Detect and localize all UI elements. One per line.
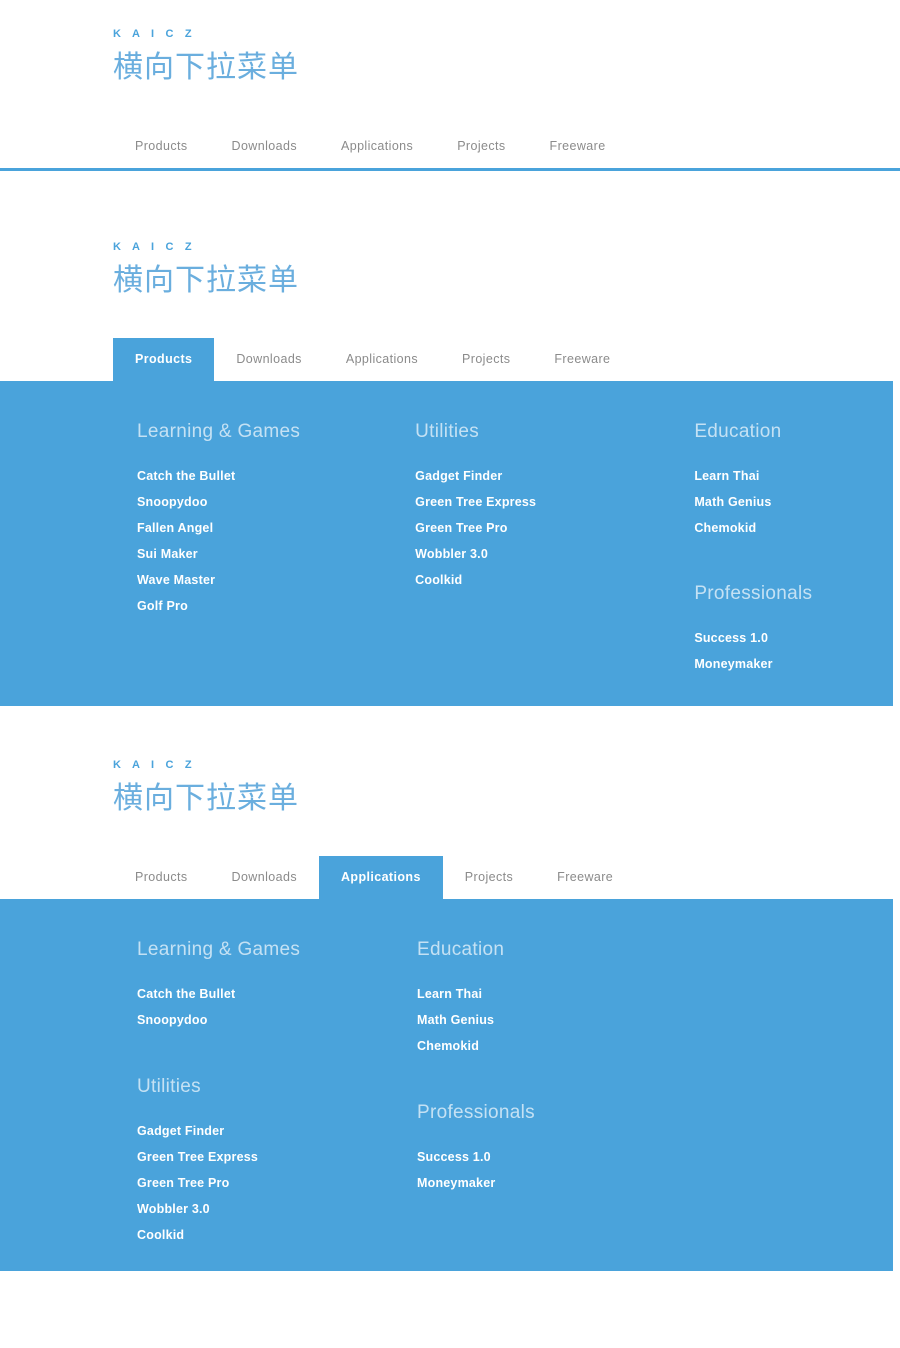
- menu-item-success-10-2[interactable]: Success 1.0: [417, 1144, 697, 1170]
- group-title-professionals: Professionals: [694, 583, 813, 604]
- menu-item-catch-the-bullet[interactable]: Catch the Bullet: [137, 463, 415, 489]
- menu-item-coolkid-2[interactable]: Coolkid: [137, 1222, 417, 1248]
- nav-item-projects-3[interactable]: Projects: [443, 856, 535, 899]
- menu-item-gadget-finder[interactable]: Gadget Finder: [415, 463, 694, 489]
- dropdown-column-1: Learning & Games Catch the Bullet Snoopy…: [137, 419, 415, 677]
- section-applications-open: K A I C Z 横向下拉菜单 Products Downloads Appl…: [0, 731, 900, 1271]
- dropdown-columns-products: Learning & Games Catch the Bullet Snoopy…: [0, 419, 893, 677]
- nav-item-products-active[interactable]: Products: [113, 338, 215, 381]
- group-title-learning-games-2: Learning & Games: [137, 939, 301, 960]
- group-utilities-2: Utilities Gadget Finder Green Tree Expre…: [137, 1074, 417, 1248]
- site-header: K A I C Z 横向下拉菜单: [0, 0, 900, 88]
- nav-item-projects[interactable]: Projects: [435, 125, 527, 168]
- dropdown-column-3: Education Learn Thai Math Genius Chemoki…: [694, 419, 893, 677]
- nav-item-applications[interactable]: Applications: [319, 125, 435, 168]
- group-title-utilities-2: Utilities: [137, 1076, 201, 1097]
- menu-item-golf-pro[interactable]: Golf Pro: [137, 593, 415, 619]
- menu-item-learn-thai[interactable]: Learn Thai: [694, 463, 893, 489]
- menu-item-green-tree-pro[interactable]: Green Tree Pro: [415, 515, 694, 541]
- menu-item-moneymaker[interactable]: Moneymaker: [694, 651, 893, 677]
- nav-list-3: Products Downloads Applications Projects…: [113, 853, 635, 899]
- nav-item-applications-active[interactable]: Applications: [318, 856, 443, 899]
- group-professionals-2: Professionals Success 1.0 Moneymaker: [417, 1100, 697, 1196]
- group-learning-games: Learning & Games Catch the Bullet Snoopy…: [137, 419, 415, 619]
- section-gap-2: [0, 706, 900, 731]
- page-title-2: 横向下拉菜单: [113, 264, 299, 297]
- nav-item-products[interactable]: Products: [113, 125, 210, 168]
- group-title-education: Education: [694, 421, 782, 442]
- menu-item-success-10[interactable]: Success 1.0: [694, 625, 893, 651]
- nav-item-downloads-3[interactable]: Downloads: [210, 856, 319, 899]
- nav-item-applications-2[interactable]: Applications: [324, 338, 440, 381]
- menu-item-catch-the-bullet-2[interactable]: Catch the Bullet: [137, 981, 417, 1007]
- nav-list: Products Downloads Applications Projects…: [113, 122, 628, 168]
- menu-item-math-genius-2[interactable]: Math Genius: [417, 1007, 697, 1033]
- menu-item-coolkid[interactable]: Coolkid: [415, 567, 694, 593]
- group-learning-games-2: Learning & Games Catch the Bullet Snoopy…: [137, 937, 417, 1033]
- group-title-education-2: Education: [417, 939, 505, 960]
- menu-item-fallen-angel[interactable]: Fallen Angel: [137, 515, 415, 541]
- nav-underline-rule: [0, 168, 900, 171]
- navbar-products-open: Products Downloads Applications Projects…: [0, 335, 900, 381]
- nav-item-downloads-2[interactable]: Downloads: [214, 338, 323, 381]
- menu-item-learn-thai-2[interactable]: Learn Thai: [417, 981, 697, 1007]
- nav-item-downloads[interactable]: Downloads: [210, 125, 319, 168]
- dropdown-column-right: Education Learn Thai Math Genius Chemoki…: [417, 937, 697, 1248]
- dropdown-column-left: Learning & Games Catch the Bullet Snoopy…: [137, 937, 417, 1248]
- section-closed-menu: K A I C Z 横向下拉菜单 Products Downloads Appl…: [0, 0, 900, 171]
- menu-item-chemokid-2[interactable]: Chemokid: [417, 1033, 697, 1059]
- menu-item-chemokid[interactable]: Chemokid: [694, 515, 893, 541]
- group-title-utilities: Utilities: [415, 421, 480, 442]
- nav-item-products-3[interactable]: Products: [113, 856, 210, 899]
- brand-logo-2: K A I C Z: [113, 241, 196, 253]
- menu-item-gadget-finder-2[interactable]: Gadget Finder: [137, 1118, 417, 1144]
- nav-item-freeware[interactable]: Freeware: [528, 125, 628, 168]
- navbar-closed: Products Downloads Applications Projects…: [0, 122, 900, 168]
- menu-item-wave-master[interactable]: Wave Master: [137, 567, 415, 593]
- site-header-2: K A I C Z 横向下拉菜单: [0, 213, 900, 301]
- group-education-2: Education Learn Thai Math Genius Chemoki…: [417, 937, 697, 1059]
- menu-item-green-tree-pro-2[interactable]: Green Tree Pro: [137, 1170, 417, 1196]
- group-professionals: Professionals Success 1.0 Moneymaker: [694, 581, 893, 677]
- menu-item-snoopydoo[interactable]: Snoopydoo: [137, 489, 415, 515]
- section-gap-1: [0, 171, 900, 213]
- navbar-applications-open: Products Downloads Applications Projects…: [0, 853, 900, 899]
- menu-item-snoopydoo-2[interactable]: Snoopydoo: [137, 1007, 417, 1033]
- section-products-open: K A I C Z 横向下拉菜单 Products Downloads Appl…: [0, 213, 900, 706]
- group-education: Education Learn Thai Math Genius Chemoki…: [694, 419, 893, 541]
- page-title-3: 横向下拉菜单: [113, 782, 299, 815]
- menu-item-moneymaker-2[interactable]: Moneymaker: [417, 1170, 697, 1196]
- dropdown-columns-applications: Learning & Games Catch the Bullet Snoopy…: [0, 937, 893, 1248]
- site-header-3: K A I C Z 横向下拉菜单: [0, 731, 900, 819]
- menu-item-green-tree-express-2[interactable]: Green Tree Express: [137, 1144, 417, 1170]
- dropdown-column-2: Utilities Gadget Finder Green Tree Expre…: [415, 419, 694, 677]
- group-title-professionals-2: Professionals: [417, 1102, 535, 1123]
- group-title-learning-games: Learning & Games: [137, 421, 301, 442]
- nav-item-freeware-3[interactable]: Freeware: [535, 856, 635, 899]
- nav-item-projects-2[interactable]: Projects: [440, 338, 532, 381]
- page-title: 横向下拉菜单: [113, 51, 299, 84]
- group-utilities: Utilities Gadget Finder Green Tree Expre…: [415, 419, 694, 593]
- dropdown-panel-applications: Learning & Games Catch the Bullet Snoopy…: [0, 899, 893, 1271]
- nav-list-2: Products Downloads Applications Projects…: [113, 335, 632, 381]
- menu-item-wobbler-30-2[interactable]: Wobbler 3.0: [137, 1196, 417, 1222]
- menu-item-green-tree-express[interactable]: Green Tree Express: [415, 489, 694, 515]
- brand-logo: K A I C Z: [113, 28, 196, 40]
- menu-item-wobbler-30[interactable]: Wobbler 3.0: [415, 541, 694, 567]
- menu-item-math-genius[interactable]: Math Genius: [694, 489, 893, 515]
- menu-item-sui-maker[interactable]: Sui Maker: [137, 541, 415, 567]
- brand-logo-3: K A I C Z: [113, 759, 196, 771]
- dropdown-panel-products: Learning & Games Catch the Bullet Snoopy…: [0, 381, 893, 706]
- nav-item-freeware-2[interactable]: Freeware: [532, 338, 632, 381]
